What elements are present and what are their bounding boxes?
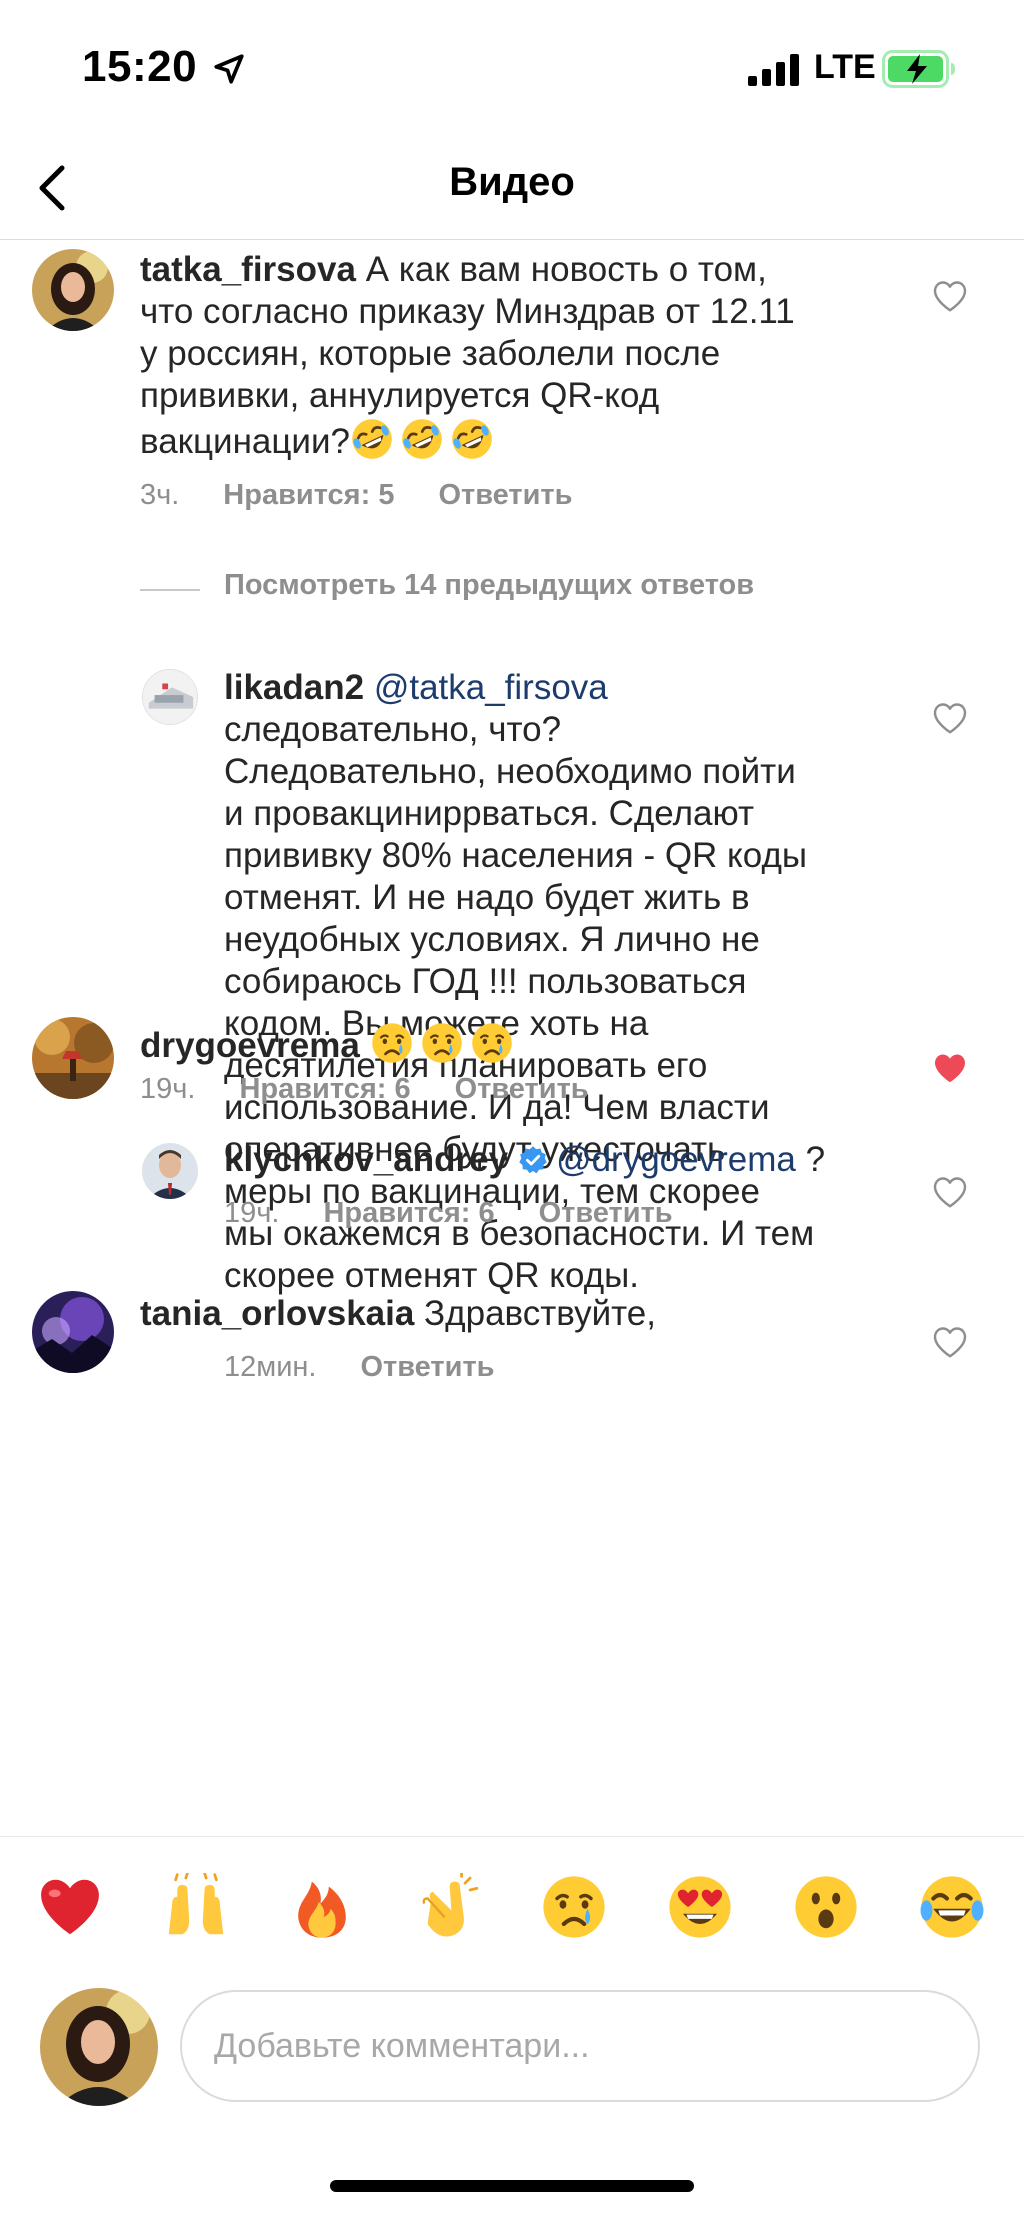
likes-count[interactable]: Нравится: 6 <box>239 1073 410 1105</box>
reaction-bar <box>0 1836 1024 1976</box>
like-heart-icon[interactable] <box>932 1325 968 1359</box>
crying-face-emoji[interactable] <box>540 1873 608 1941</box>
like-heart-icon[interactable] <box>932 701 968 735</box>
like-heart-icon[interactable] <box>932 279 968 313</box>
comment-tania-orlovskaia: tania_orlovskaia Здравствуйте, <box>0 1289 1024 1489</box>
reply-button[interactable]: Ответить <box>455 1073 589 1105</box>
crying-face-emoji <box>470 1021 514 1065</box>
comment-drygoevrema: drygoevrema 19ч. Нравится: 6 Ответить <box>0 1013 1024 1133</box>
comment-line: ? <box>805 1140 826 1179</box>
username[interactable]: klychkov_andrey <box>224 1140 508 1179</box>
comment-line: что согласно приказу Минздрав от 12.11 <box>140 292 795 331</box>
comment-klychkov-andrey: klychkov_andrey @drygoevrema ? 19ч. Нравит… <box>0 1135 1024 1255</box>
status-bar: 15:20 LTE <box>0 0 1024 140</box>
fire-emoji[interactable] <box>288 1873 356 1941</box>
reply-button[interactable]: Ответить <box>539 1197 673 1229</box>
username[interactable]: drygoevrema <box>140 1026 360 1065</box>
comment-text: klychkov_andrey @drygoevrema ? <box>224 1139 924 1181</box>
comments-list[interactable]: tatka_firsova А как вам новость о том, ч… <box>0 241 1024 1835</box>
comment-line: собираюсь ГОД !!! пользоваться <box>224 962 747 1001</box>
username[interactable]: tania_orlovskaia <box>140 1294 414 1333</box>
comment-line: у россиян, которые заболели после <box>140 334 721 373</box>
reply-button[interactable]: Ответить <box>438 479 572 511</box>
comment-time: 19ч. <box>140 1073 196 1105</box>
comment-line: следовательно, что? <box>224 710 562 749</box>
likes-count[interactable]: Нравится: 6 <box>323 1197 494 1229</box>
avatar[interactable] <box>32 1017 114 1099</box>
comment-text: tania_orlovskaia Здравствуйте, <box>140 1293 900 1335</box>
comment-line: и провакциниррваться. Сделают <box>224 794 755 833</box>
comment-time: 3ч. <box>140 479 180 511</box>
avatar[interactable] <box>32 249 114 331</box>
nav-bar: Видео <box>0 140 1024 240</box>
likes-count[interactable]: Нравится: 5 <box>223 479 394 511</box>
tears-of-joy-emoji[interactable] <box>918 1873 986 1941</box>
crying-face-emoji <box>420 1021 464 1065</box>
crying-face-emoji <box>370 1021 414 1065</box>
comment-line: неудобных условиях. Я лично не <box>224 920 760 959</box>
comment-line: Следовательно, необходимо пойти <box>224 752 796 791</box>
clapping-hands-emoji[interactable] <box>414 1873 482 1941</box>
avatar[interactable] <box>142 669 198 725</box>
comment-line: вакцинации? <box>140 422 350 461</box>
avatar[interactable] <box>32 1291 114 1373</box>
comment-meta: 19ч. Нравится: 6 Ответить <box>140 1073 633 1106</box>
comment-meta: 3ч. Нравится: 5 Ответить <box>140 479 616 512</box>
rofl-emoji <box>350 417 394 461</box>
comment-time: 19ч. <box>224 1197 280 1229</box>
red-heart-emoji[interactable] <box>36 1873 104 1941</box>
comment-text: tatka_firsova А как вам новость о том, ч… <box>140 249 900 463</box>
status-time: 15:20 <box>82 42 198 91</box>
username[interactable]: likadan2 <box>224 668 364 707</box>
rofl-emoji <box>400 417 444 461</box>
divider <box>140 589 200 591</box>
battery-charging-icon <box>882 50 955 88</box>
comment-line: прививки, аннулируется QR-код <box>140 376 660 415</box>
location-arrow-icon <box>214 54 244 84</box>
comment-line: прививку 80% населения - QR коды <box>224 836 808 875</box>
mention-link[interactable]: @tatka_firsova <box>374 668 608 707</box>
avatar[interactable] <box>142 1143 198 1199</box>
comment-meta: 19ч. Нравится: 6 Ответить <box>224 1197 717 1230</box>
network-label: LTE <box>814 48 876 86</box>
comment-line: А как вам новость о том, <box>365 250 767 289</box>
page-title: Видео <box>449 160 575 204</box>
home-indicator <box>330 2180 694 2192</box>
liked-heart-icon[interactable] <box>932 1051 968 1085</box>
comment-line: отменят. И не надо будет жить в <box>224 878 750 917</box>
comment-tatka-firsova: tatka_firsova А как вам новость о том, ч… <box>0 241 1024 541</box>
comment-line: Здравствуйте, <box>424 1294 656 1333</box>
comment-input[interactable] <box>180 1990 980 2102</box>
view-more-label[interactable]: Посмотреть 14 предыдущих ответов <box>224 569 754 602</box>
like-heart-icon[interactable] <box>932 1175 968 1209</box>
signal-icon <box>748 54 799 86</box>
comment-text: drygoevrema <box>140 1021 900 1067</box>
verified-badge-icon <box>519 1146 547 1174</box>
mention-link[interactable]: @drygoevrema <box>556 1140 796 1179</box>
surprised-face-emoji[interactable] <box>792 1873 860 1941</box>
rofl-emoji <box>450 417 494 461</box>
username[interactable]: tatka_firsova <box>140 250 356 289</box>
current-user-avatar[interactable] <box>40 1988 158 2106</box>
raising-hands-emoji[interactable] <box>162 1873 230 1941</box>
heart-eyes-emoji[interactable] <box>666 1873 734 1941</box>
